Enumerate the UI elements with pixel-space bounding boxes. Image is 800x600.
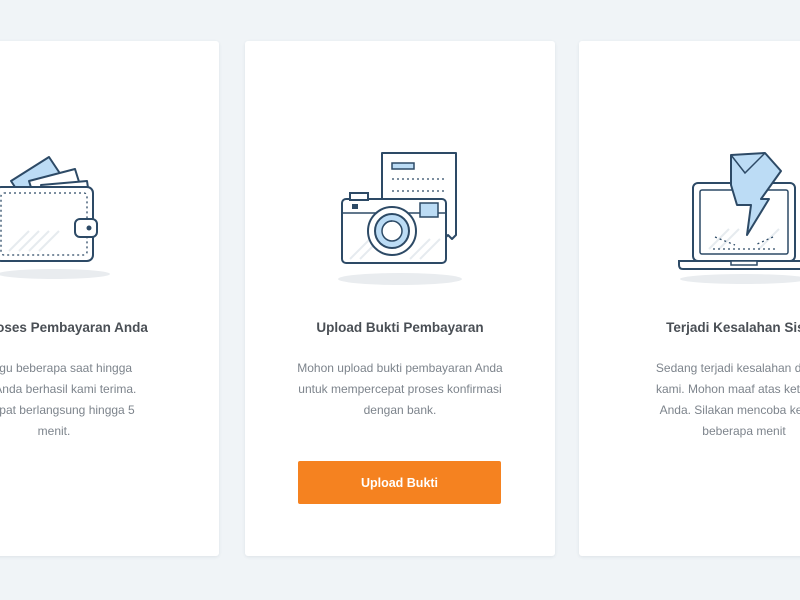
processing-payment-card: Memroses Pembayaran Anda tunggu beberapa… <box>0 41 219 556</box>
description-line: nan Anda berhasil kami terima. <box>0 382 137 396</box>
camera-receipt-icon <box>338 152 462 285</box>
laptop-error-icon <box>678 152 800 284</box>
description-line: untuk mempercepat proses konfirmasi <box>298 382 502 396</box>
card-title: Terjadi Kesalahan Sister <box>666 320 800 335</box>
description-line: beberapa menit <box>702 424 786 438</box>
description-line: ni dapat berlangsung hingga 5 <box>0 403 135 417</box>
description-line: tunggu beberapa saat hingga <box>0 361 133 375</box>
wallet-icon <box>0 156 110 279</box>
status-cards-screen: Memroses Pembayaran Anda tunggu beberapa… <box>0 0 800 600</box>
description-line: kami. Mohon maaf atas ketidak n <box>655 382 800 396</box>
description-line: Anda. Silakan mencoba kembal <box>659 403 800 417</box>
upload-payment-proof-card: Upload Bukti Pembayaran Mohon upload buk… <box>245 41 555 556</box>
card-description: tunggu beberapa saat hingga nan Anda ber… <box>0 358 219 442</box>
wallet-illustration <box>0 141 219 291</box>
description-line: Sedang terjadi kesalahan dengar <box>655 361 800 375</box>
laptop-illustration <box>579 141 800 291</box>
description-line: menit. <box>37 424 71 438</box>
camera-illustration <box>245 141 555 291</box>
upload-proof-button[interactable]: Upload Bukti <box>298 461 501 504</box>
description-line: Mohon upload bukti pembayaran Anda <box>297 361 503 375</box>
card-description: Sedang terjadi kesalahan dengar kami. Mo… <box>579 358 800 442</box>
card-description: Mohon upload bukti pembayaran Anda untuk… <box>245 358 555 421</box>
error-occurred-card: Terjadi Kesalahan Sister Sedang terjadi … <box>579 41 800 556</box>
card-title: Memroses Pembayaran Anda <box>0 320 148 335</box>
description-line: dengan bank. <box>363 403 437 417</box>
card-title: Upload Bukti Pembayaran <box>316 320 484 335</box>
